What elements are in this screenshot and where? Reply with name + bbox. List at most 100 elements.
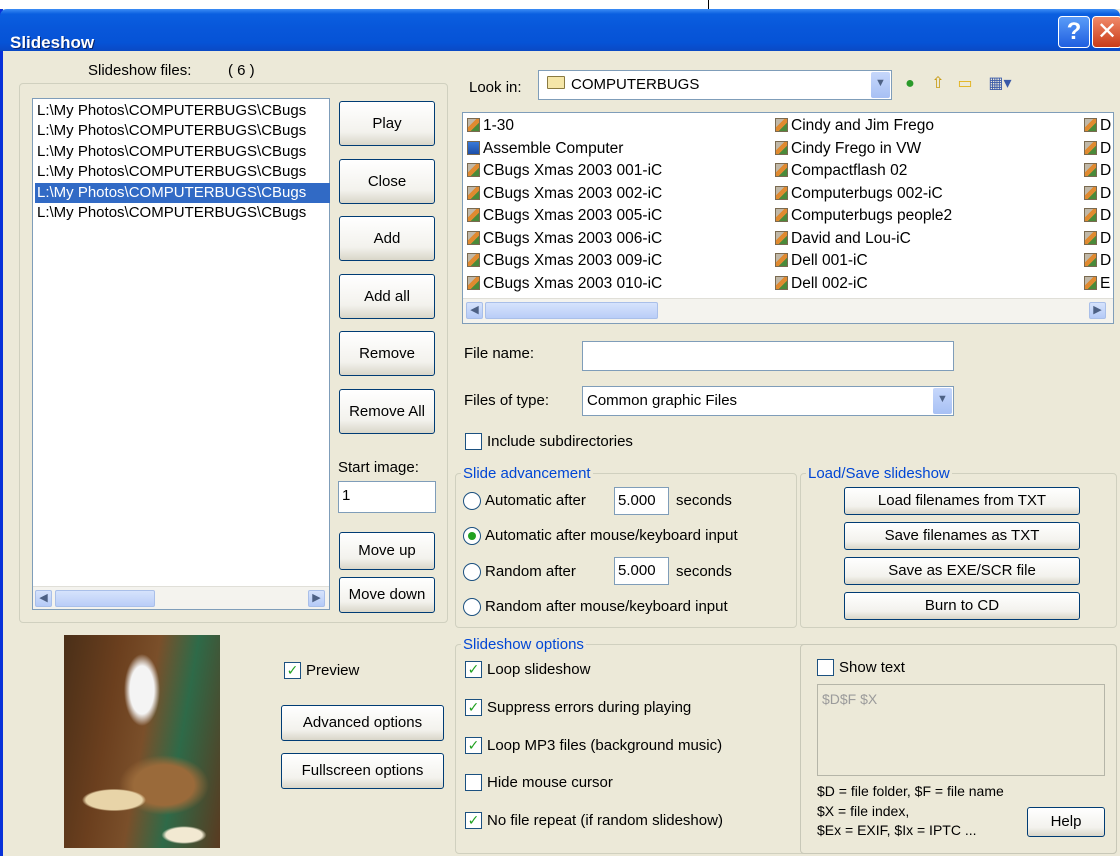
scroll-thumb[interactable] (55, 590, 155, 607)
file-item[interactable]: E (1084, 273, 1110, 295)
image-file-icon (1084, 118, 1097, 132)
file-item[interactable]: CBugs Xmas 2003 010-iC (467, 273, 662, 295)
random-seconds-input[interactable]: 5.000 (614, 557, 669, 585)
preview-checkbox[interactable]: ✓ (284, 662, 301, 679)
file-item[interactable]: D (1084, 138, 1111, 160)
checkmark-icon: ✓ (286, 662, 299, 678)
move-down-button[interactable]: Move down (339, 577, 435, 613)
radio-random-after[interactable] (463, 563, 481, 581)
preview-label: Preview (306, 662, 360, 679)
hide-cursor-checkbox[interactable] (465, 774, 482, 791)
close-title-button[interactable]: ✕ (1092, 16, 1120, 48)
file-item[interactable]: D (1084, 228, 1111, 250)
image-file-icon (775, 253, 788, 267)
file-item[interactable]: D (1084, 250, 1111, 272)
file-item[interactable]: Cindy and Jim Frego (775, 115, 934, 137)
start-image-input[interactable]: 1 (338, 481, 436, 513)
save-filenames-button[interactable]: Save filenames as TXT (844, 522, 1080, 550)
play-button[interactable]: Play (339, 101, 435, 146)
suppress-errors-checkbox[interactable]: ✓ (465, 699, 482, 716)
advanced-options-button[interactable]: Advanced options (281, 705, 444, 741)
file-item[interactable]: Computerbugs 002-iC (775, 183, 943, 205)
file-item-label: David and Lou-iC (791, 229, 911, 247)
browser-hscrollbar[interactable]: ◀ ▶ (463, 298, 1113, 323)
file-item[interactable]: CBugs Xmas 2003 005-iC (467, 205, 662, 227)
file-item[interactable]: 1-30 (467, 115, 514, 137)
files-of-type-combo[interactable]: Common graphic Files ▼ (582, 386, 954, 416)
file-item[interactable]: CBugs Xmas 2003 006-iC (467, 228, 662, 250)
show-text-checkbox[interactable] (817, 659, 834, 676)
close-button[interactable]: Close (339, 159, 435, 204)
loop-mp3-label: Loop MP3 files (background music) (487, 737, 723, 754)
file-item[interactable]: CBugs Xmas 2003 009-iC (467, 250, 662, 272)
file-item[interactable]: CBugs Xmas 2003 001-iC (467, 160, 662, 182)
automatic-seconds-input[interactable]: 5.000 (614, 487, 669, 515)
add-all-button[interactable]: Add all (339, 274, 435, 319)
help-button[interactable]: Help (1027, 807, 1105, 837)
file-item-label: Cindy Frego in VW (791, 139, 922, 157)
remove-all-button[interactable]: Remove All (339, 389, 435, 434)
radio-random-input[interactable] (463, 598, 481, 616)
file-name-input[interactable] (582, 341, 954, 371)
radio-automatic-input[interactable] (463, 527, 481, 545)
save-exe-button[interactable]: Save as EXE/SCR file (844, 557, 1080, 585)
fullscreen-options-button[interactable]: Fullscreen options (281, 753, 444, 789)
slideshow-file-list[interactable]: ◀ ▶ L:\My Photos\COMPUTERBUGS\CBugs L:\My… (32, 98, 330, 610)
file-item[interactable]: David and Lou-iC (775, 228, 911, 250)
file-item[interactable]: Dell 001-iC (775, 250, 868, 272)
scroll-left-icon[interactable]: ◀ (466, 302, 483, 319)
slideshow-file-item[interactable]: L:\My Photos\COMPUTERBUGS\CBugs (35, 162, 330, 182)
include-subdirectories-label: Include subdirectories (487, 433, 633, 450)
loop-slideshow-checkbox[interactable]: ✓ (465, 661, 482, 678)
back-icon[interactable]: ● (900, 74, 920, 94)
folder-icon (547, 76, 565, 89)
file-item[interactable]: D (1084, 183, 1111, 205)
add-button[interactable]: Add (339, 216, 435, 261)
file-item[interactable]: Computerbugs people2 (775, 205, 952, 227)
help-title-button[interactable]: ? (1058, 16, 1090, 48)
burn-cd-button[interactable]: Burn to CD (844, 592, 1080, 620)
title-bar[interactable]: Slideshow (0, 9, 1120, 52)
file-item[interactable]: Dell 002-iC (775, 273, 868, 295)
scroll-right-icon[interactable]: ▶ (1089, 302, 1106, 319)
loop-mp3-checkbox[interactable]: ✓ (465, 737, 482, 754)
image-file-icon (1084, 208, 1097, 222)
slideshow-file-item[interactable]: L:\My Photos\COMPUTERBUGS\CBugs (35, 182, 330, 203)
new-folder-icon[interactable]: ▭ (955, 74, 975, 94)
file-browser[interactable]: ◀ ▶ 1-30 Assemble Computer CBugs Xmas 2003… (462, 112, 1114, 324)
chevron-down-icon[interactable]: ▼ (933, 388, 952, 414)
show-text-template[interactable]: $D$F $X (817, 684, 1105, 776)
file-item[interactable]: CBugs Xmas 2003 002-iC (467, 183, 662, 205)
scroll-thumb[interactable] (485, 302, 658, 319)
slideshow-file-item[interactable]: L:\My Photos\COMPUTERBUGS\CBugs (35, 203, 330, 223)
file-item[interactable]: D (1084, 205, 1111, 227)
file-item[interactable]: Compactflash 02 (775, 160, 907, 182)
radio-automatic-after[interactable] (463, 492, 481, 510)
file-item-label: Cindy and Jim Frego (791, 117, 935, 134)
up-folder-icon[interactable]: ⇧ (928, 74, 948, 94)
list-hscrollbar[interactable]: ◀ ▶ (33, 586, 329, 609)
look-in-combo[interactable]: COMPUTERBUGS ▼ (538, 70, 892, 100)
scroll-right-icon[interactable]: ▶ (308, 590, 325, 607)
slideshow-file-item[interactable]: L:\My Photos\COMPUTERBUGS\CBugs (35, 121, 330, 141)
load-filenames-button[interactable]: Load filenames from TXT (844, 487, 1080, 515)
automatic-input-label: Automatic after mouse/keyboard input (485, 527, 738, 544)
slideshow-file-item[interactable]: L:\My Photos\COMPUTERBUGS\CBugs (35, 101, 330, 121)
scroll-left-icon[interactable]: ◀ (35, 590, 52, 607)
slideshow-file-item[interactable]: L:\My Photos\COMPUTERBUGS\CBugs (35, 142, 330, 162)
slide-advancement-title: Slide advancement (461, 465, 593, 482)
image-file-icon (467, 208, 480, 222)
no-file-repeat-checkbox[interactable]: ✓ (465, 812, 482, 829)
radio-dot-icon (468, 532, 476, 540)
chevron-down-icon[interactable]: ▼ (871, 72, 890, 98)
remove-button[interactable]: Remove (339, 331, 435, 376)
file-item[interactable]: D (1084, 115, 1111, 137)
file-item[interactable]: Assemble Computer (467, 138, 623, 160)
move-up-button[interactable]: Move up (339, 532, 435, 570)
file-item[interactable]: Cindy Frego in VW (775, 138, 921, 160)
file-item[interactable]: D (1084, 160, 1111, 182)
image-file-icon (775, 140, 788, 155)
include-subdirectories-checkbox[interactable] (465, 433, 482, 450)
files-of-type-value: Common graphic Files (587, 392, 738, 409)
view-menu-icon[interactable]: ▦▾ (984, 74, 1016, 94)
